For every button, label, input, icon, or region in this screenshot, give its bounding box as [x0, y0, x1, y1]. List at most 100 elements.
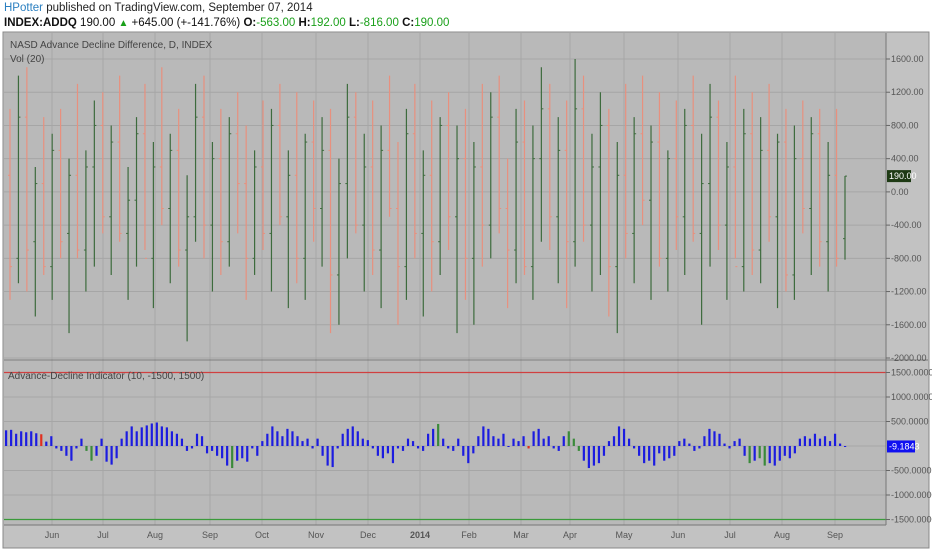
indicator-bar [437, 423, 440, 446]
indicator-bar [85, 446, 88, 451]
indicator-bar [768, 446, 771, 464]
indicator-bar [125, 431, 128, 446]
indicator-bar [55, 446, 58, 449]
indicator-bar [482, 426, 485, 446]
indicator-bar [632, 446, 636, 449]
indicator-bar [838, 443, 842, 446]
indicator-bar [537, 428, 540, 446]
indicator-bar [723, 443, 726, 446]
indicator-last-badge-text: -9.1843 [889, 441, 920, 451]
indicator-bar [411, 441, 415, 446]
indicator-bar [361, 438, 364, 446]
indicator-bar [572, 438, 575, 446]
indicator-bar [542, 438, 545, 446]
indicator-bar [421, 446, 425, 451]
indicator-bar [577, 446, 580, 451]
indicator-bar [683, 438, 686, 446]
price-tick-label: 800.00 [891, 120, 919, 130]
indicator-bar [10, 429, 13, 446]
indicator-bar [567, 431, 570, 446]
indicator-bar [35, 433, 38, 446]
indicator-bar [110, 446, 113, 465]
indicator-bar [20, 431, 23, 446]
indicator-bar [492, 436, 495, 446]
indicator-tick-label: 1000.0000 [891, 392, 932, 402]
indicator-bar [286, 428, 289, 446]
indicator-bar [276, 431, 279, 446]
time-tick-label: Jun [671, 530, 686, 540]
indicator-bar [236, 446, 239, 461]
indicator-bar [326, 446, 329, 466]
indicator-bar [336, 446, 339, 449]
indicator-bar [140, 427, 143, 446]
indicator-bar [155, 422, 158, 446]
indicator-bar [648, 446, 651, 461]
indicator-bar [688, 443, 691, 446]
indicator-tick-label: -1000.0000 [891, 490, 932, 500]
indicator-bar [160, 426, 163, 446]
indicator-bar [321, 446, 324, 456]
indicator-bar [748, 446, 751, 464]
indicator-bar [798, 438, 801, 446]
indicator-bar [210, 446, 214, 451]
indicator-bar [221, 446, 224, 459]
price-tick-label: -1200.00 [891, 287, 927, 297]
indicator-bar [65, 446, 68, 456]
indicator-bar [170, 431, 173, 446]
indicator-bar [728, 446, 731, 449]
indicator-bar [15, 433, 18, 446]
indicator-bar [396, 446, 400, 449]
indicator-bar [522, 436, 525, 446]
indicator-bar [653, 446, 656, 466]
indicator-bar [190, 446, 194, 449]
indicator-bar [231, 446, 234, 469]
price-tick-label: 400.00 [891, 154, 919, 164]
price-tick-label: 0.00 [891, 187, 909, 197]
indicator-bar [592, 446, 596, 466]
indicator-bar [678, 441, 681, 446]
indicator-bar [251, 446, 254, 449]
indicator-bar [673, 446, 676, 456]
price-tick-label: -800.00 [891, 253, 922, 263]
indicator-bar [105, 446, 108, 462]
indicator-bar [477, 436, 480, 446]
indicator-bar [743, 446, 746, 456]
indicator-bar [130, 426, 133, 446]
indicator-bar [291, 431, 294, 446]
indicator-bar [80, 438, 83, 446]
chart-canvas[interactable]: NASD Advance Decline Difference, D, INDE… [0, 0, 932, 550]
indicator-bar [366, 440, 369, 446]
indicator-bar [452, 446, 455, 451]
indicator-bar [50, 436, 53, 446]
indicator-bar [261, 441, 264, 446]
indicator-bar [246, 446, 249, 462]
time-tick-label: Aug [147, 530, 163, 540]
indicator-bar [788, 446, 791, 459]
time-tick-label: Nov [308, 530, 325, 540]
indicator-tick-label: -500.0000 [891, 466, 932, 476]
time-tick-label: Aug [774, 530, 790, 540]
indicator-bar [316, 438, 319, 446]
indicator-bar [622, 428, 626, 446]
indicator-bar [70, 446, 73, 461]
indicator-bar [185, 446, 189, 451]
indicator-bar [643, 446, 646, 464]
indicator-bar [311, 446, 314, 449]
indicator-tick-label: -1500.0000 [891, 515, 932, 525]
time-tick-label: Dec [360, 530, 377, 540]
indicator-tick-label: 1500.0000 [891, 368, 932, 378]
indicator-pane-title: Advance-Decline Indicator (10, -1500, 15… [8, 371, 204, 382]
volume-label: Vol (20) [10, 54, 44, 65]
indicator-bar [100, 438, 103, 446]
indicator-bar [497, 438, 500, 446]
indicator-bar [150, 423, 153, 446]
indicator-bar [145, 425, 148, 446]
indicator-bar [195, 433, 199, 446]
indicator-bar [472, 446, 475, 454]
indicator-bar [120, 438, 123, 446]
indicator-bar [612, 436, 616, 446]
indicator-bar [331, 446, 334, 468]
time-tick-label: May [615, 530, 633, 540]
indicator-bar [296, 436, 299, 446]
indicator-bar [386, 446, 390, 454]
